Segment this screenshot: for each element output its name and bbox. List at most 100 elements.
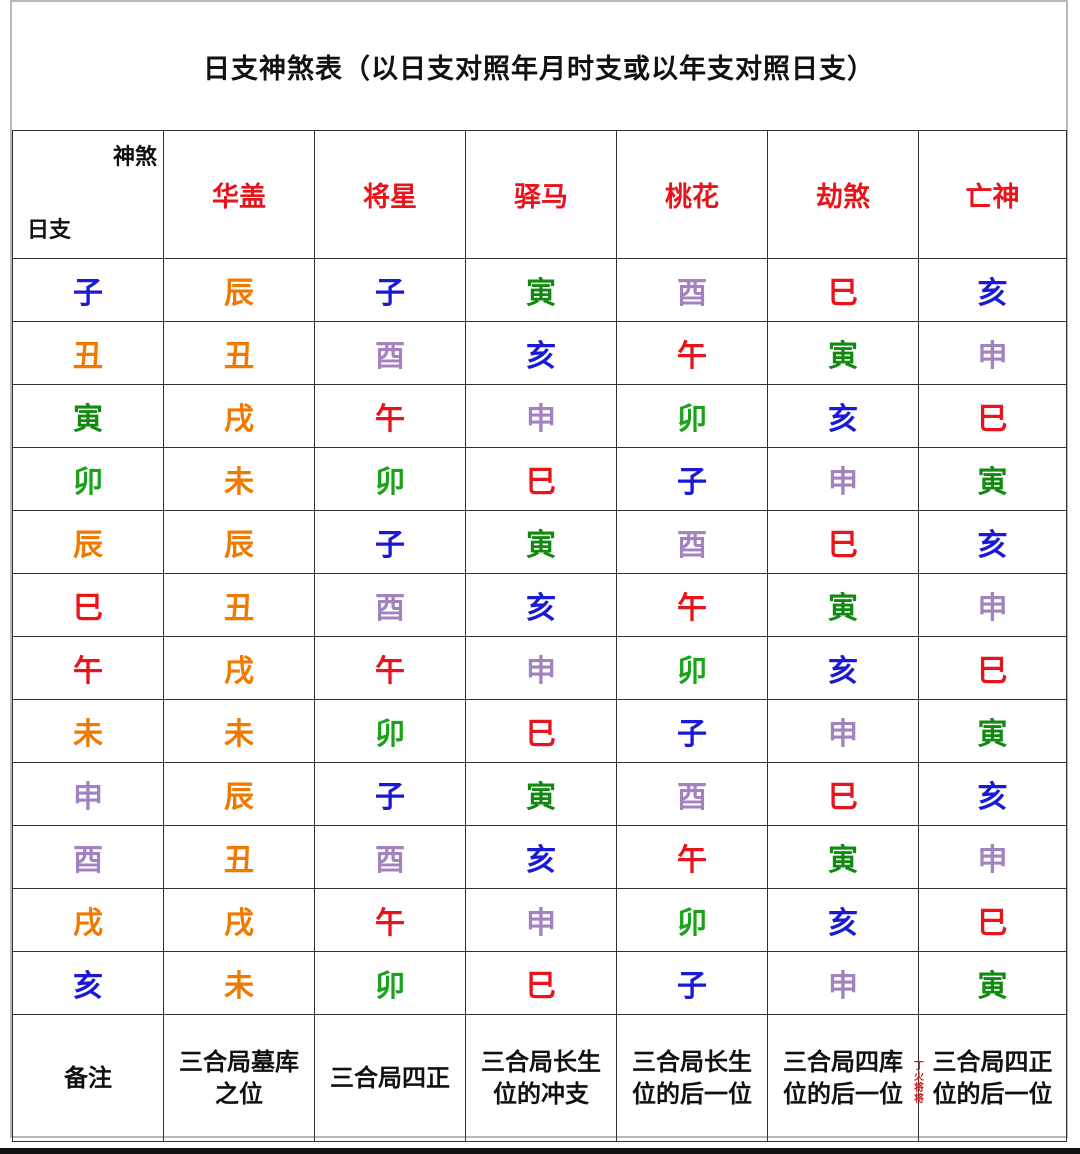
shensha-value-cell: 亥 <box>918 510 1067 574</box>
note-cell: 三合局四正 <box>314 1014 466 1142</box>
shensha-value-cell: 卯 <box>314 447 466 511</box>
shensha-value-cell: 申 <box>465 636 617 700</box>
shensha-value-cell: 子 <box>616 447 768 511</box>
shensha-value-cell: 申 <box>918 825 1067 889</box>
note-line: 三合局四库 <box>783 1048 903 1076</box>
shensha-value-cell: 卯 <box>616 888 768 952</box>
shensha-value-cell: 巳 <box>767 258 919 322</box>
day-branch-cell: 巳 <box>12 573 164 637</box>
shensha-value-cell: 寅 <box>918 447 1067 511</box>
shensha-value-cell: 丑 <box>163 825 315 889</box>
header-taohua: 桃花 <box>616 130 768 259</box>
shensha-value-cell: 亥 <box>767 888 919 952</box>
shensha-value-cell: 午 <box>616 825 768 889</box>
note-line: 三合局四正 <box>330 1064 450 1092</box>
header-label: 亡神 <box>965 182 1020 213</box>
table-row: 卯未卯巳子申寅 <box>12 447 1067 511</box>
header-jiangxing: 将星 <box>314 130 466 259</box>
shensha-value-cell: 卯 <box>616 384 768 448</box>
shensha-value-cell: 卯 <box>314 699 466 763</box>
shensha-value-cell: 巳 <box>465 699 617 763</box>
table-row: 未未卯巳子申寅 <box>12 699 1067 763</box>
shensha-value-cell: 亥 <box>465 573 617 637</box>
shensha-value-cell: 寅 <box>918 699 1067 763</box>
shensha-value-cell: 申 <box>767 447 919 511</box>
shensha-value-cell: 午 <box>314 384 466 448</box>
day-branch-cell: 亥 <box>12 951 164 1015</box>
shensha-value-cell: 子 <box>616 951 768 1015</box>
shensha-value-cell: 申 <box>918 321 1067 385</box>
shensha-value-cell: 子 <box>314 510 466 574</box>
table-row: 戌戌午申卯亥巳 <box>12 888 1067 952</box>
header-label: 驿马 <box>514 182 568 213</box>
shensha-value-cell: 子 <box>314 258 466 322</box>
day-branch-cell: 午 <box>12 636 164 700</box>
header-row: 神煞 日支 华盖 将星 驿马 桃花 劫煞 亡神 <box>12 130 1067 259</box>
shensha-value-cell: 酉 <box>616 762 768 826</box>
shensha-value-cell: 子 <box>314 762 466 826</box>
shensha-value-cell: 亥 <box>465 321 617 385</box>
table-row: 子辰子寅酉巳亥 <box>12 258 1067 322</box>
table-row: 巳丑酉亥午寅申 <box>12 573 1067 637</box>
shensha-table: 神煞 日支 华盖 将星 驿马 桃花 劫煞 亡神 子辰子寅酉巳亥丑丑酉亥午寅申寅戌… <box>12 130 1067 1142</box>
shensha-value-cell: 寅 <box>767 573 919 637</box>
shensha-value-cell: 戌 <box>163 636 315 700</box>
header-jiesha: 劫煞 <box>767 130 919 259</box>
shensha-value-cell: 寅 <box>465 510 617 574</box>
corner-label-shensha: 神煞 <box>112 145 157 170</box>
table-row: 丑丑酉亥午寅申 <box>12 321 1067 385</box>
shensha-value-cell: 戌 <box>163 384 315 448</box>
note-line: 位的后一位 <box>632 1080 752 1108</box>
day-branch-cell: 卯 <box>12 447 164 511</box>
day-branch-cell: 辰 <box>12 510 164 574</box>
note-cell: 三合局长生 位的冲支 <box>465 1014 617 1142</box>
shensha-value-cell: 酉 <box>314 321 466 385</box>
header-label: 将星 <box>363 182 417 213</box>
note-line: 位的后一位 <box>932 1080 1053 1108</box>
shensha-value-cell: 巳 <box>918 636 1067 700</box>
shensha-value-cell: 辰 <box>163 762 315 826</box>
header-label: 华盖 <box>212 182 266 213</box>
shensha-value-cell: 丑 <box>163 321 315 385</box>
day-branch-cell: 未 <box>12 699 164 763</box>
shensha-value-cell: 午 <box>616 573 768 637</box>
shensha-value-cell: 寅 <box>767 825 919 889</box>
notes-row: 备注 三合局墓库 之位 三合局四正 三合局长生 位的冲支 三合局长生 位的后一位 三合局四库 位的… <box>12 1014 1067 1142</box>
day-branch-cell: 寅 <box>12 384 164 448</box>
note-line: 位的冲支 <box>493 1080 589 1108</box>
handwritten-annotation: 丁火将将 <box>914 1061 924 1105</box>
corner-label-rizhi: 日支 <box>27 218 72 243</box>
shensha-value-cell: 午 <box>616 321 768 385</box>
shensha-value-cell: 申 <box>767 951 919 1015</box>
note-line: 三合局四正 <box>932 1048 1053 1076</box>
day-branch-cell: 申 <box>12 762 164 826</box>
shensha-value-cell: 酉 <box>616 510 768 574</box>
note-line: 三合局墓库 <box>179 1048 299 1076</box>
shensha-value-cell: 申 <box>767 699 919 763</box>
shensha-value-cell: 寅 <box>465 762 617 826</box>
shensha-value-cell: 酉 <box>616 258 768 322</box>
day-branch-cell: 丑 <box>12 321 164 385</box>
day-branch-cell: 子 <box>12 258 164 322</box>
header-wangshen: 亡神 <box>918 130 1067 259</box>
shensha-value-cell: 戌 <box>163 888 315 952</box>
note-line: 位的后一位 <box>783 1080 903 1108</box>
shensha-value-cell: 酉 <box>314 825 466 889</box>
table-row: 辰辰子寅酉巳亥 <box>12 510 1067 574</box>
header-huagai: 华盖 <box>163 130 315 259</box>
shensha-value-cell: 寅 <box>465 258 617 322</box>
shensha-value-cell: 申 <box>465 888 617 952</box>
day-branch-cell: 戌 <box>12 888 164 952</box>
bottom-border <box>0 1148 1080 1154</box>
shensha-value-cell: 亥 <box>918 258 1067 322</box>
notes-label: 备注 <box>12 1014 164 1142</box>
shensha-value-cell: 辰 <box>163 258 315 322</box>
shensha-value-cell: 亥 <box>767 384 919 448</box>
shensha-value-cell: 巳 <box>918 888 1067 952</box>
shensha-value-cell: 巳 <box>767 762 919 826</box>
table-row: 申辰子寅酉巳亥 <box>12 762 1067 826</box>
shensha-value-cell: 巳 <box>918 384 1067 448</box>
shensha-value-cell: 申 <box>918 573 1067 637</box>
shensha-value-cell: 未 <box>163 699 315 763</box>
shensha-value-cell: 子 <box>616 699 768 763</box>
